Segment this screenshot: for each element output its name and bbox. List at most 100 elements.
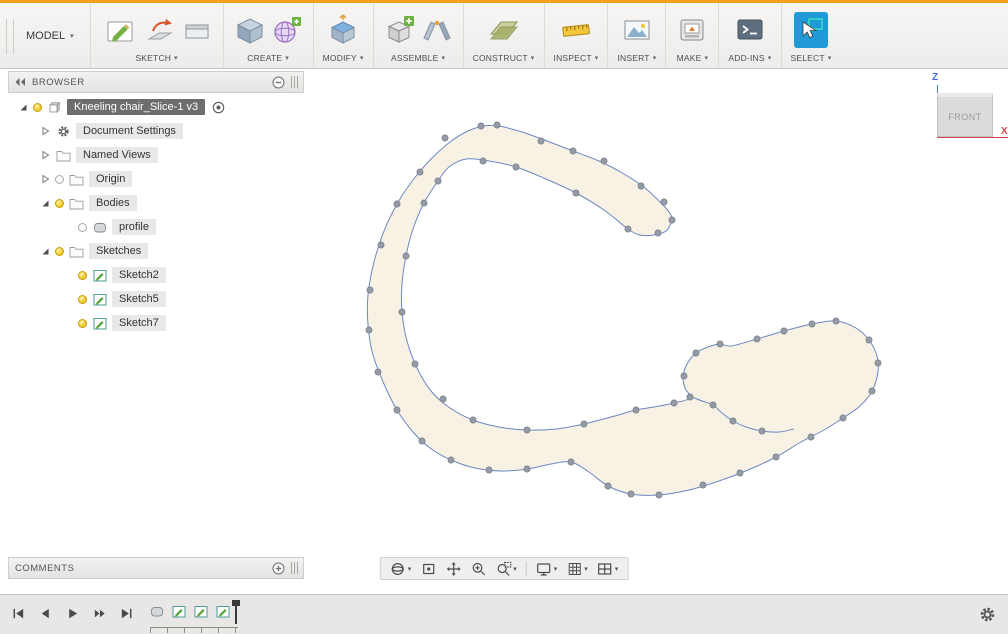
spline-control-point[interactable] xyxy=(402,252,410,260)
visibility-bulb-icon[interactable] xyxy=(78,318,87,328)
spline-control-point[interactable] xyxy=(485,466,493,474)
toolbar-group-label-create[interactable]: CREATE ▾ xyxy=(247,53,289,63)
grid-and-snaps-button[interactable]: ▾ xyxy=(562,559,592,579)
browser-row-sketch7[interactable]: Sketch7 xyxy=(8,311,304,335)
spline-control-point[interactable] xyxy=(567,458,575,466)
sketch-spline-profile[interactable] xyxy=(366,124,879,496)
spline-control-point[interactable] xyxy=(477,122,485,130)
spline-control-point[interactable] xyxy=(523,465,531,473)
browser-item-label[interactable]: Kneeling chair_Slice-1 v3 xyxy=(67,99,206,115)
panel-drag-grip[interactable] xyxy=(291,562,299,574)
orbit-button[interactable]: ▾ xyxy=(386,559,416,579)
zoom-window-button[interactable]: ▾ xyxy=(491,559,521,579)
spline-control-point[interactable] xyxy=(493,121,501,129)
spline-control-point[interactable] xyxy=(680,372,688,380)
toolbar-group-label-assemble[interactable]: ASSEMBLE ▾ xyxy=(391,53,445,63)
browser-item-label[interactable]: Named Views xyxy=(76,147,158,163)
toolbar-group-label-inspect[interactable]: INSPECT ▾ xyxy=(554,53,599,63)
timeline-feature-sketch-2[interactable] xyxy=(192,602,210,620)
spline-control-point[interactable] xyxy=(441,134,449,142)
spline-control-point[interactable] xyxy=(660,198,668,206)
viewcube-front-face[interactable]: FRONT xyxy=(937,93,993,137)
spline-control-point[interactable] xyxy=(753,335,761,343)
spline-control-point[interactable] xyxy=(580,420,588,428)
spline-control-point[interactable] xyxy=(512,163,520,171)
visibility-bulb-icon[interactable] xyxy=(78,270,87,280)
spline-control-point[interactable] xyxy=(411,360,419,368)
create-box-button[interactable] xyxy=(233,12,267,48)
browser-item-label[interactable]: Document Settings xyxy=(76,123,183,139)
collapse-arrow-icon[interactable] xyxy=(40,150,51,160)
spline-control-point[interactable] xyxy=(447,456,455,464)
spline-control-point[interactable] xyxy=(736,469,744,477)
browser-row-sketches[interactable]: Sketches xyxy=(8,239,304,263)
spline-control-point[interactable] xyxy=(692,349,700,357)
construct-plane-button[interactable] xyxy=(487,12,521,48)
browser-item-label[interactable]: profile xyxy=(112,219,156,235)
spline-control-point[interactable] xyxy=(632,406,640,414)
play-button[interactable] xyxy=(62,603,82,623)
expand-arrow-icon[interactable] xyxy=(40,246,51,256)
spline-control-point[interactable] xyxy=(537,137,545,145)
display-settings-button[interactable]: ▾ xyxy=(532,559,562,579)
step-forward-button[interactable] xyxy=(89,603,109,623)
visibility-bulb-icon[interactable] xyxy=(78,222,87,232)
expand-arrow-icon[interactable] xyxy=(40,198,51,208)
browser-item-label[interactable]: Bodies xyxy=(89,195,137,211)
spline-control-point[interactable] xyxy=(523,426,531,434)
activate-component-radio[interactable] xyxy=(212,101,225,114)
browser-item-label[interactable]: Origin xyxy=(89,171,133,187)
browser-item-label[interactable]: Sketches xyxy=(89,243,149,259)
spline-control-point[interactable] xyxy=(434,177,442,185)
timeline-settings-gear-icon[interactable] xyxy=(979,606,996,623)
toolbar-group-label-make[interactable]: MAKE ▾ xyxy=(677,53,709,63)
browser-row-origin[interactable]: Origin xyxy=(8,167,304,191)
spline-control-point[interactable] xyxy=(469,416,477,424)
spline-control-point[interactable] xyxy=(868,387,876,395)
spline-control-point[interactable] xyxy=(686,393,694,401)
visibility-bulb-icon[interactable] xyxy=(78,294,87,304)
spline-control-point[interactable] xyxy=(420,199,428,207)
browser-item-label[interactable]: Sketch2 xyxy=(112,267,166,283)
spline-control-point[interactable] xyxy=(569,147,577,155)
panel-drag-grip[interactable] xyxy=(291,76,299,88)
timeline-playhead[interactable] xyxy=(232,600,241,624)
make-3d-print-button[interactable] xyxy=(675,12,709,48)
visibility-bulb-icon[interactable] xyxy=(55,198,64,208)
minimize-panel-icon[interactable] xyxy=(272,76,285,89)
visibility-bulb-icon[interactable] xyxy=(55,246,64,256)
browser-row-sketch2[interactable]: Sketch2 xyxy=(8,263,304,287)
spline-control-point[interactable] xyxy=(832,317,840,325)
go-to-end-button[interactable] xyxy=(116,603,136,623)
spline-control-point[interactable] xyxy=(655,491,663,499)
spline-control-point[interactable] xyxy=(377,241,385,249)
browser-panel-header[interactable]: BROWSER xyxy=(8,71,304,93)
browser-row-kneeling-chair-slice-1-v3[interactable]: Kneeling chair_Slice-1 v3 xyxy=(8,95,304,119)
comments-panel-header[interactable]: COMMENTS xyxy=(8,557,304,579)
project-geometry-button[interactable] xyxy=(143,12,177,48)
spline-control-point[interactable] xyxy=(439,395,447,403)
look-at-button[interactable] xyxy=(416,559,440,579)
spline-control-point[interactable] xyxy=(865,336,873,344)
browser-row-bodies[interactable]: Bodies xyxy=(8,191,304,215)
spline-control-point[interactable] xyxy=(627,490,635,498)
spline-control-point[interactable] xyxy=(604,482,612,490)
browser-item-label[interactable]: Sketch7 xyxy=(112,315,166,331)
browser-item-label[interactable]: Sketch5 xyxy=(112,291,166,307)
spline-control-point[interactable] xyxy=(366,286,374,294)
spline-control-point[interactable] xyxy=(600,157,608,165)
expand-arrow-icon[interactable] xyxy=(18,102,29,112)
spline-control-point[interactable] xyxy=(670,399,678,407)
browser-row-profile[interactable]: profile xyxy=(8,215,304,239)
select-tool-button[interactable] xyxy=(794,12,828,48)
toolbar-group-label-sketch[interactable]: SKETCH ▾ xyxy=(135,53,177,63)
timeline-feature-sketch-1[interactable] xyxy=(170,602,188,620)
visibility-bulb-icon[interactable] xyxy=(55,174,64,184)
spline-control-point[interactable] xyxy=(416,168,424,176)
browser-row-named-views[interactable]: Named Views xyxy=(8,143,304,167)
spline-control-point[interactable] xyxy=(654,229,662,237)
create-sketch-button[interactable] xyxy=(100,10,140,50)
browser-row-document-settings[interactable]: Document Settings xyxy=(8,119,304,143)
spline-control-point[interactable] xyxy=(572,189,580,197)
create-form-button[interactable] xyxy=(270,12,304,48)
